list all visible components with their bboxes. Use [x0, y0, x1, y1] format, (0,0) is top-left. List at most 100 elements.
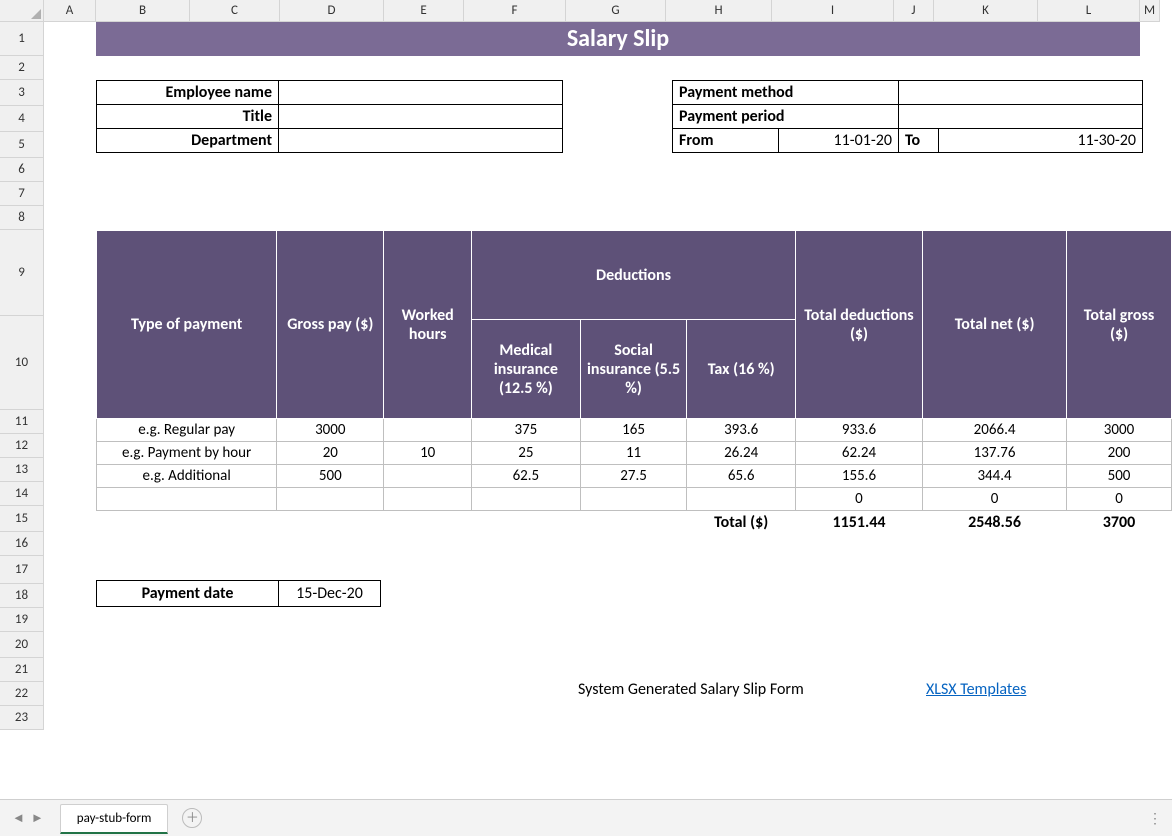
totals-total_gross: 3700 — [1067, 511, 1172, 534]
cell-medical[interactable]: 62.5 — [472, 465, 581, 488]
cell-total_ded[interactable]: 155.6 — [795, 465, 922, 488]
column-header-B[interactable]: B — [96, 0, 190, 22]
cell-gross[interactable]: 3000 — [277, 419, 384, 442]
sheet-tab-bar: ◄ ► pay-stub-form ＋ ⋮ — [0, 799, 1172, 836]
cell-total_gross[interactable]: 500 — [1067, 465, 1172, 488]
cell-total_gross[interactable]: 0 — [1067, 488, 1172, 511]
row-header-3[interactable]: 3 — [0, 80, 44, 106]
row-header-17[interactable]: 17 — [0, 556, 44, 584]
row-header-2[interactable]: 2 — [0, 56, 44, 80]
row-header-12[interactable]: 12 — [0, 434, 44, 458]
cell-social[interactable] — [580, 488, 687, 511]
cell-type[interactable]: e.g. Additional — [97, 465, 277, 488]
column-header-J[interactable]: J — [894, 0, 934, 22]
cell-total_net[interactable]: 0 — [923, 488, 1067, 511]
row-header-5[interactable]: 5 — [0, 132, 44, 158]
row-header-22[interactable]: 22 — [0, 682, 44, 706]
cell-area[interactable]: Salary Slip Employee name Title Departme… — [44, 22, 1172, 800]
row-header-13[interactable]: 13 — [0, 458, 44, 482]
page-title: Salary Slip — [96, 22, 1140, 56]
column-header-I[interactable]: I — [772, 0, 894, 22]
select-all-corner[interactable] — [0, 0, 44, 22]
column-header-M[interactable]: M — [1140, 0, 1160, 22]
column-header-L[interactable]: L — [1038, 0, 1140, 22]
cell-total_ded[interactable]: 0 — [795, 488, 922, 511]
cell-hours[interactable]: 10 — [384, 442, 472, 465]
row-header-11[interactable]: 11 — [0, 410, 44, 434]
column-header-C[interactable]: C — [190, 0, 280, 22]
column-header-K[interactable]: K — [934, 0, 1038, 22]
tab-next-icon[interactable]: ► — [31, 810, 44, 826]
cell-medical[interactable] — [472, 488, 581, 511]
cell-medical[interactable]: 25 — [472, 442, 581, 465]
column-header-A[interactable]: A — [44, 0, 96, 22]
row-header-1[interactable]: 1 — [0, 22, 44, 56]
cell-hours[interactable] — [384, 465, 472, 488]
row-header-14[interactable]: 14 — [0, 482, 44, 506]
sheet-tab-active[interactable]: pay-stub-form — [60, 804, 169, 834]
employee-name-cell[interactable] — [279, 81, 563, 105]
th-tax: Tax (16 %) — [687, 320, 795, 419]
cell-total_ded[interactable]: 62.24 — [795, 442, 922, 465]
column-header-H[interactable]: H — [666, 0, 772, 22]
column-header-F[interactable]: F — [464, 0, 566, 22]
cell-total_gross[interactable]: 200 — [1067, 442, 1172, 465]
payment-date-label: Payment date — [97, 581, 279, 607]
cell-total_net[interactable]: 137.76 — [923, 442, 1067, 465]
from-label: From — [673, 129, 779, 153]
cell-type[interactable]: e.g. Regular pay — [97, 419, 277, 442]
cell-gross[interactable]: 500 — [277, 465, 384, 488]
row-header-4[interactable]: 4 — [0, 106, 44, 132]
tabbar-options-icon[interactable]: ⋮ — [1148, 810, 1162, 827]
totals-spacer — [277, 511, 384, 534]
cell-gross[interactable]: 20 — [277, 442, 384, 465]
tab-nav-arrows[interactable]: ◄ ► — [0, 810, 56, 826]
cell-hours[interactable] — [384, 419, 472, 442]
cell-type[interactable]: e.g. Payment by hour — [97, 442, 277, 465]
cell-total_gross[interactable]: 3000 — [1067, 419, 1172, 442]
row-header-19[interactable]: 19 — [0, 608, 44, 632]
cell-tax[interactable]: 65.6 — [687, 465, 795, 488]
cell-social[interactable]: 11 — [580, 442, 687, 465]
table-row: e.g. Additional50062.527.565.6155.6344.4… — [97, 465, 1172, 488]
cell-gross[interactable] — [277, 488, 384, 511]
row-header-20[interactable]: 20 — [0, 632, 44, 658]
employee-name-label: Employee name — [97, 81, 279, 105]
cell-total_net[interactable]: 344.4 — [923, 465, 1067, 488]
payment-date-cell[interactable]: 15-Dec-20 — [279, 581, 381, 607]
cell-social[interactable]: 27.5 — [580, 465, 687, 488]
add-sheet-button[interactable]: ＋ — [182, 808, 202, 828]
payment-method-cell[interactable] — [899, 81, 1143, 105]
cell-tax[interactable]: 393.6 — [687, 419, 795, 442]
row-header-16[interactable]: 16 — [0, 532, 44, 556]
cell-medical[interactable]: 375 — [472, 419, 581, 442]
cell-tax[interactable]: 26.24 — [687, 442, 795, 465]
employee-title-cell[interactable] — [279, 105, 563, 129]
xlsx-templates-link[interactable]: XLSX Templates — [926, 680, 1026, 699]
cell-tax[interactable] — [687, 488, 795, 511]
to-date-cell[interactable]: 11-30-20 — [939, 129, 1143, 153]
row-header-8[interactable]: 8 — [0, 206, 44, 230]
tab-prev-icon[interactable]: ◄ — [12, 810, 25, 826]
cell-hours[interactable] — [384, 488, 472, 511]
payment-period-cell[interactable] — [899, 105, 1143, 129]
row-header-15[interactable]: 15 — [0, 506, 44, 532]
row-header-10[interactable]: 10 — [0, 316, 44, 410]
column-header-D[interactable]: D — [280, 0, 384, 22]
row-header-23[interactable]: 23 — [0, 706, 44, 730]
row-header-21[interactable]: 21 — [0, 658, 44, 682]
row-header-9[interactable]: 9 — [0, 230, 44, 316]
column-header-E[interactable]: E — [384, 0, 464, 22]
cell-social[interactable]: 165 — [580, 419, 687, 442]
th-social: Social insurance (5.5 %) — [580, 320, 687, 419]
from-date-cell[interactable]: 11-01-20 — [779, 129, 899, 153]
cell-total_ded[interactable]: 933.6 — [795, 419, 922, 442]
employee-department-cell[interactable] — [279, 129, 563, 153]
row-header-18[interactable]: 18 — [0, 584, 44, 608]
row-header-7[interactable]: 7 — [0, 182, 44, 206]
cell-total_net[interactable]: 2066.4 — [923, 419, 1067, 442]
row-header-6[interactable]: 6 — [0, 158, 44, 182]
cell-type[interactable] — [97, 488, 277, 511]
column-header-G[interactable]: G — [566, 0, 666, 22]
totals-spacer — [472, 511, 581, 534]
